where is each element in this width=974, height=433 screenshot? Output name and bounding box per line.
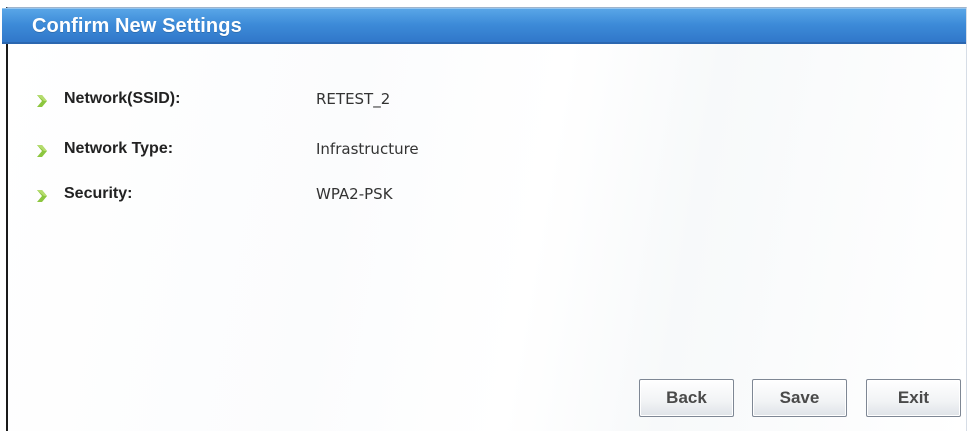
setting-value-ssid: RETEST_2 xyxy=(316,90,391,108)
title-bar: Confirm New Settings xyxy=(2,8,966,44)
setting-label-ssid: Network(SSID): xyxy=(64,90,181,107)
setting-label-network-type: Network Type: xyxy=(64,140,174,157)
exit-button[interactable]: Exit xyxy=(866,379,961,417)
bullet-arrow-icon xyxy=(37,145,47,157)
back-button[interactable]: Back xyxy=(639,379,734,417)
dialog-title: Confirm New Settings xyxy=(32,15,242,37)
setting-value-network-type: Infrastructure xyxy=(316,140,419,158)
setting-label-security: Security: xyxy=(64,185,133,202)
save-button[interactable]: Save xyxy=(752,379,847,417)
bullet-arrow-icon xyxy=(37,190,47,202)
app-frame: Confirm New Settings Network(SSID): RETE… xyxy=(0,0,974,433)
setting-value-security: WPA2-PSK xyxy=(316,185,393,203)
bullet-arrow-icon xyxy=(37,95,47,107)
settings-panel xyxy=(6,7,967,431)
